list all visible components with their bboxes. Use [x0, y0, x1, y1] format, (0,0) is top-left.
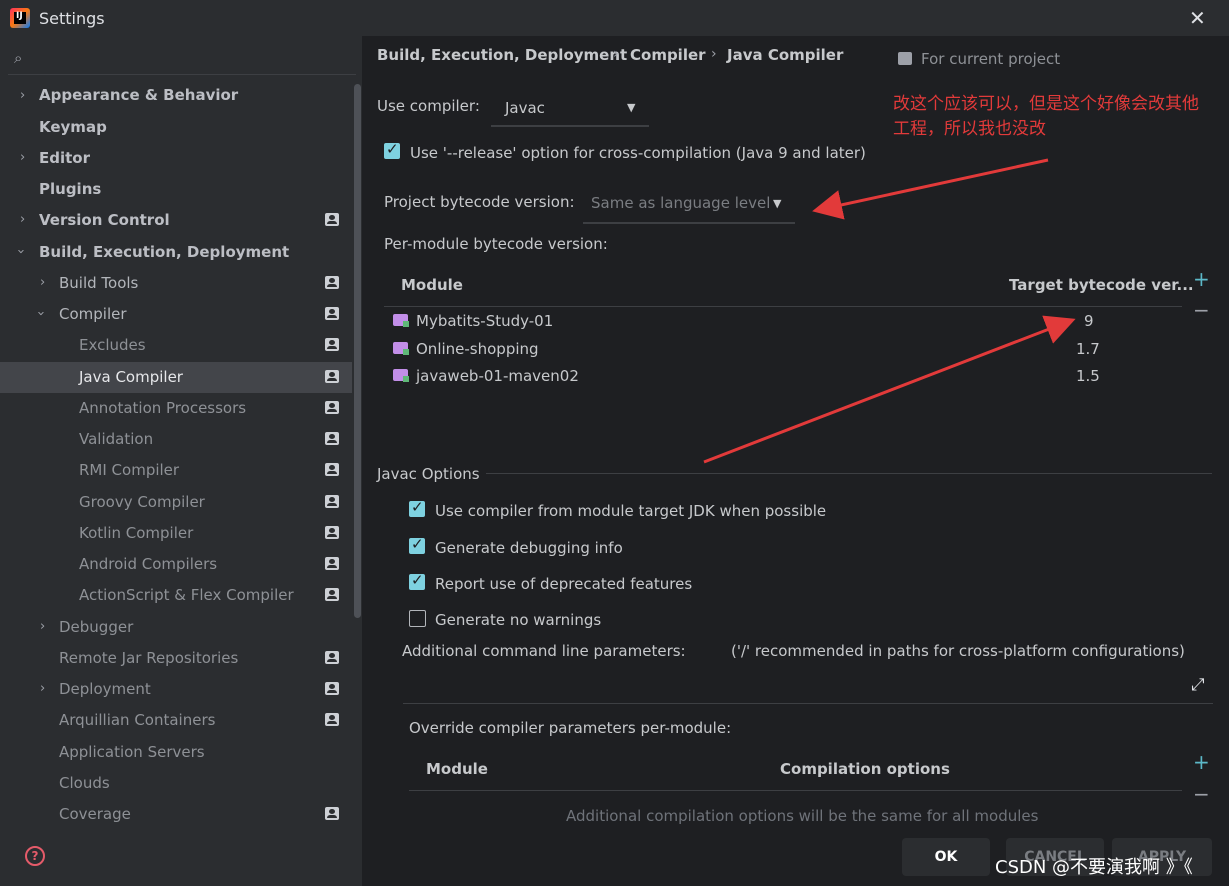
annotation-arrows: [703, 158, 1076, 464]
annotation-arrow-bytecode: [812, 158, 1049, 220]
csdn-watermark: CSDN @不要演我啊 》《: [995, 857, 1193, 878]
annotation-arrow-target: [703, 315, 1076, 464]
